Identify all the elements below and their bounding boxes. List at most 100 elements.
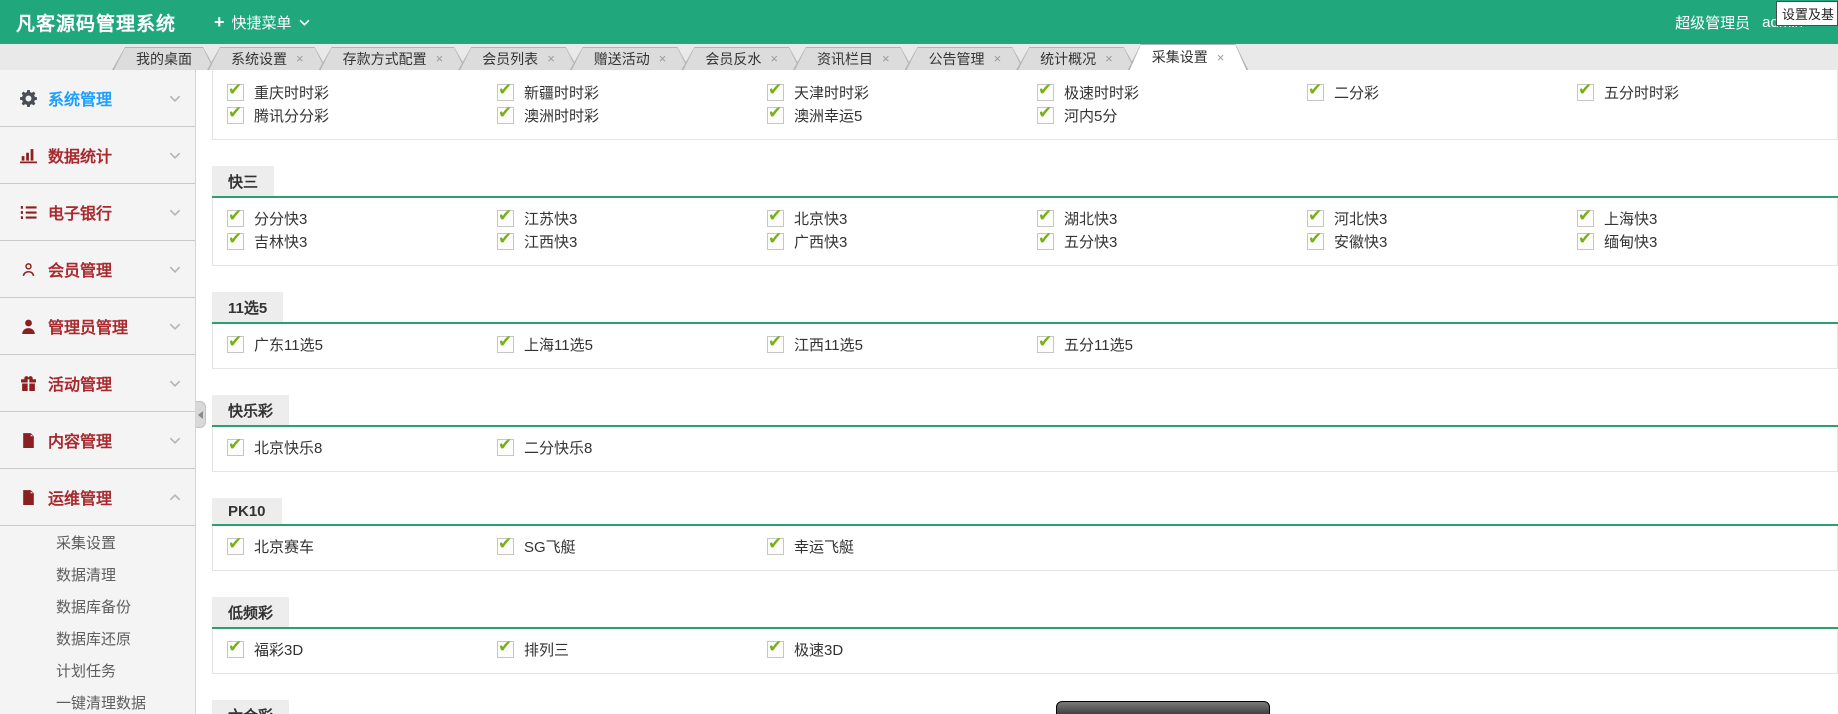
- lottery-option[interactable]: ✔广东11选5: [227, 333, 497, 356]
- lottery-option[interactable]: ✔排列三: [497, 638, 767, 661]
- tab[interactable]: 系统设置×: [207, 47, 328, 70]
- tab[interactable]: 公告管理×: [905, 47, 1026, 70]
- tab-close-icon[interactable]: ×: [770, 52, 778, 65]
- sidebar-item[interactable]: 内容管理: [0, 412, 195, 469]
- checkbox-checked-icon[interactable]: ✔: [1307, 210, 1324, 227]
- checkbox-checked-icon[interactable]: ✔: [767, 641, 784, 658]
- lottery-option[interactable]: ✔吉林快3: [227, 230, 497, 253]
- lottery-option[interactable]: ✔二分快乐8: [497, 436, 767, 459]
- sidebar-item[interactable]: 运维管理: [0, 469, 195, 526]
- checkbox-checked-icon[interactable]: ✔: [1577, 233, 1594, 250]
- checkbox-checked-icon[interactable]: ✔: [767, 233, 784, 250]
- submenu-item[interactable]: 一键清理数据: [0, 686, 195, 714]
- checkbox-checked-icon[interactable]: ✔: [227, 107, 244, 124]
- checkbox-checked-icon[interactable]: ✔: [1037, 107, 1054, 124]
- submenu-item[interactable]: 数据库还原: [0, 622, 195, 654]
- checkbox-checked-icon[interactable]: ✔: [497, 233, 514, 250]
- sidebar-collapse-handle[interactable]: [196, 401, 206, 428]
- checkbox-checked-icon[interactable]: ✔: [1307, 233, 1324, 250]
- checkbox-checked-icon[interactable]: ✔: [1577, 210, 1594, 227]
- checkbox-checked-icon[interactable]: ✔: [1577, 84, 1594, 101]
- lottery-option[interactable]: ✔极速3D: [767, 638, 1037, 661]
- lottery-option[interactable]: ✔安徽快3: [1307, 230, 1577, 253]
- tab-close-icon[interactable]: ×: [296, 52, 304, 65]
- tab[interactable]: 会员反水×: [681, 47, 802, 70]
- lottery-option[interactable]: ✔广西快3: [767, 230, 1037, 253]
- checkbox-checked-icon[interactable]: ✔: [227, 538, 244, 555]
- checkbox-checked-icon[interactable]: ✔: [1037, 336, 1054, 353]
- tab-close-icon[interactable]: ×: [659, 52, 667, 65]
- checkbox-checked-icon[interactable]: ✔: [227, 233, 244, 250]
- lottery-option[interactable]: ✔河北快3: [1307, 207, 1577, 230]
- tab-close-icon[interactable]: ×: [436, 52, 444, 65]
- tab-close-icon[interactable]: ×: [882, 52, 890, 65]
- tab[interactable]: 赠送活动×: [570, 47, 691, 70]
- lottery-option[interactable]: ✔江苏快3: [497, 207, 767, 230]
- checkbox-checked-icon[interactable]: ✔: [767, 336, 784, 353]
- submenu-item[interactable]: 数据库备份: [0, 590, 195, 622]
- checkbox-checked-icon[interactable]: ✔: [227, 210, 244, 227]
- tab[interactable]: 资讯栏目×: [793, 47, 914, 70]
- lottery-option[interactable]: ✔腾讯分分彩: [227, 104, 497, 127]
- tab-close-icon[interactable]: ×: [547, 52, 555, 65]
- checkbox-checked-icon[interactable]: ✔: [497, 336, 514, 353]
- sidebar-item[interactable]: 数据统计: [0, 127, 195, 184]
- tab[interactable]: 我的桌面: [112, 47, 216, 70]
- lottery-option[interactable]: ✔福彩3D: [227, 638, 497, 661]
- tab-close-icon[interactable]: ×: [1105, 52, 1113, 65]
- lottery-option[interactable]: ✔天津时时彩: [767, 81, 1037, 104]
- checkbox-checked-icon[interactable]: ✔: [497, 107, 514, 124]
- checkbox-checked-icon[interactable]: ✔: [497, 210, 514, 227]
- lottery-option[interactable]: ✔澳洲时时彩: [497, 104, 767, 127]
- checkbox-checked-icon[interactable]: ✔: [1307, 84, 1324, 101]
- lottery-option[interactable]: ✔极速时时彩: [1037, 81, 1307, 104]
- checkbox-checked-icon[interactable]: ✔: [1037, 210, 1054, 227]
- checkbox-checked-icon[interactable]: ✔: [497, 439, 514, 456]
- sidebar-item[interactable]: 会员管理: [0, 241, 195, 298]
- lottery-option[interactable]: ✔五分时时彩: [1577, 81, 1838, 104]
- lottery-option[interactable]: ✔河内5分: [1037, 104, 1307, 127]
- lottery-option[interactable]: ✔SG飞艇: [497, 535, 767, 558]
- sidebar-item[interactable]: 电子银行: [0, 184, 195, 241]
- sidebar-item[interactable]: 管理员管理: [0, 298, 195, 355]
- submenu-item[interactable]: 采集设置: [0, 526, 195, 558]
- checkbox-checked-icon[interactable]: ✔: [227, 641, 244, 658]
- checkbox-checked-icon[interactable]: ✔: [227, 336, 244, 353]
- quick-menu-button[interactable]: + 快捷菜单: [204, 0, 320, 44]
- checkbox-checked-icon[interactable]: ✔: [767, 84, 784, 101]
- lottery-option[interactable]: ✔五分11选5: [1037, 333, 1307, 356]
- checkbox-checked-icon[interactable]: ✔: [227, 84, 244, 101]
- sidebar-item[interactable]: 系统管理: [0, 70, 195, 127]
- checkbox-checked-icon[interactable]: ✔: [1037, 233, 1054, 250]
- lottery-option[interactable]: ✔缅甸快3: [1577, 230, 1838, 253]
- checkbox-checked-icon[interactable]: ✔: [1037, 84, 1054, 101]
- tab-close-icon[interactable]: ×: [1217, 51, 1225, 64]
- tab[interactable]: 会员列表×: [458, 47, 579, 70]
- lottery-option[interactable]: ✔澳洲幸运5: [767, 104, 1037, 127]
- submenu-item[interactable]: 数据清理: [0, 558, 195, 590]
- lottery-option[interactable]: ✔北京快3: [767, 207, 1037, 230]
- lottery-option[interactable]: ✔北京赛车: [227, 535, 497, 558]
- lottery-option[interactable]: ✔上海11选5: [497, 333, 767, 356]
- lottery-option[interactable]: ✔重庆时时彩: [227, 81, 497, 104]
- checkbox-checked-icon[interactable]: ✔: [767, 107, 784, 124]
- checkbox-checked-icon[interactable]: ✔: [497, 641, 514, 658]
- checkbox-checked-icon[interactable]: ✔: [767, 538, 784, 555]
- tab-close-icon[interactable]: ×: [994, 52, 1002, 65]
- lottery-option[interactable]: ✔分分快3: [227, 207, 497, 230]
- lottery-option[interactable]: ✔北京快乐8: [227, 436, 497, 459]
- lottery-option[interactable]: ✔幸运飞艇: [767, 535, 1037, 558]
- lottery-option[interactable]: ✔二分彩: [1307, 81, 1577, 104]
- lottery-option[interactable]: ✔五分快3: [1037, 230, 1307, 253]
- lottery-option[interactable]: ✔新疆时时彩: [497, 81, 767, 104]
- checkbox-checked-icon[interactable]: ✔: [227, 439, 244, 456]
- lottery-option[interactable]: ✔江西快3: [497, 230, 767, 253]
- lottery-option[interactable]: ✔江西11选5: [767, 333, 1037, 356]
- checkbox-checked-icon[interactable]: ✔: [767, 210, 784, 227]
- lottery-option[interactable]: ✔上海快3: [1577, 207, 1838, 230]
- sidebar-item[interactable]: 活动管理: [0, 355, 195, 412]
- checkbox-checked-icon[interactable]: ✔: [497, 84, 514, 101]
- tab[interactable]: 采集设置×: [1128, 44, 1249, 70]
- checkbox-checked-icon[interactable]: ✔: [497, 538, 514, 555]
- lottery-option[interactable]: ✔湖北快3: [1037, 207, 1307, 230]
